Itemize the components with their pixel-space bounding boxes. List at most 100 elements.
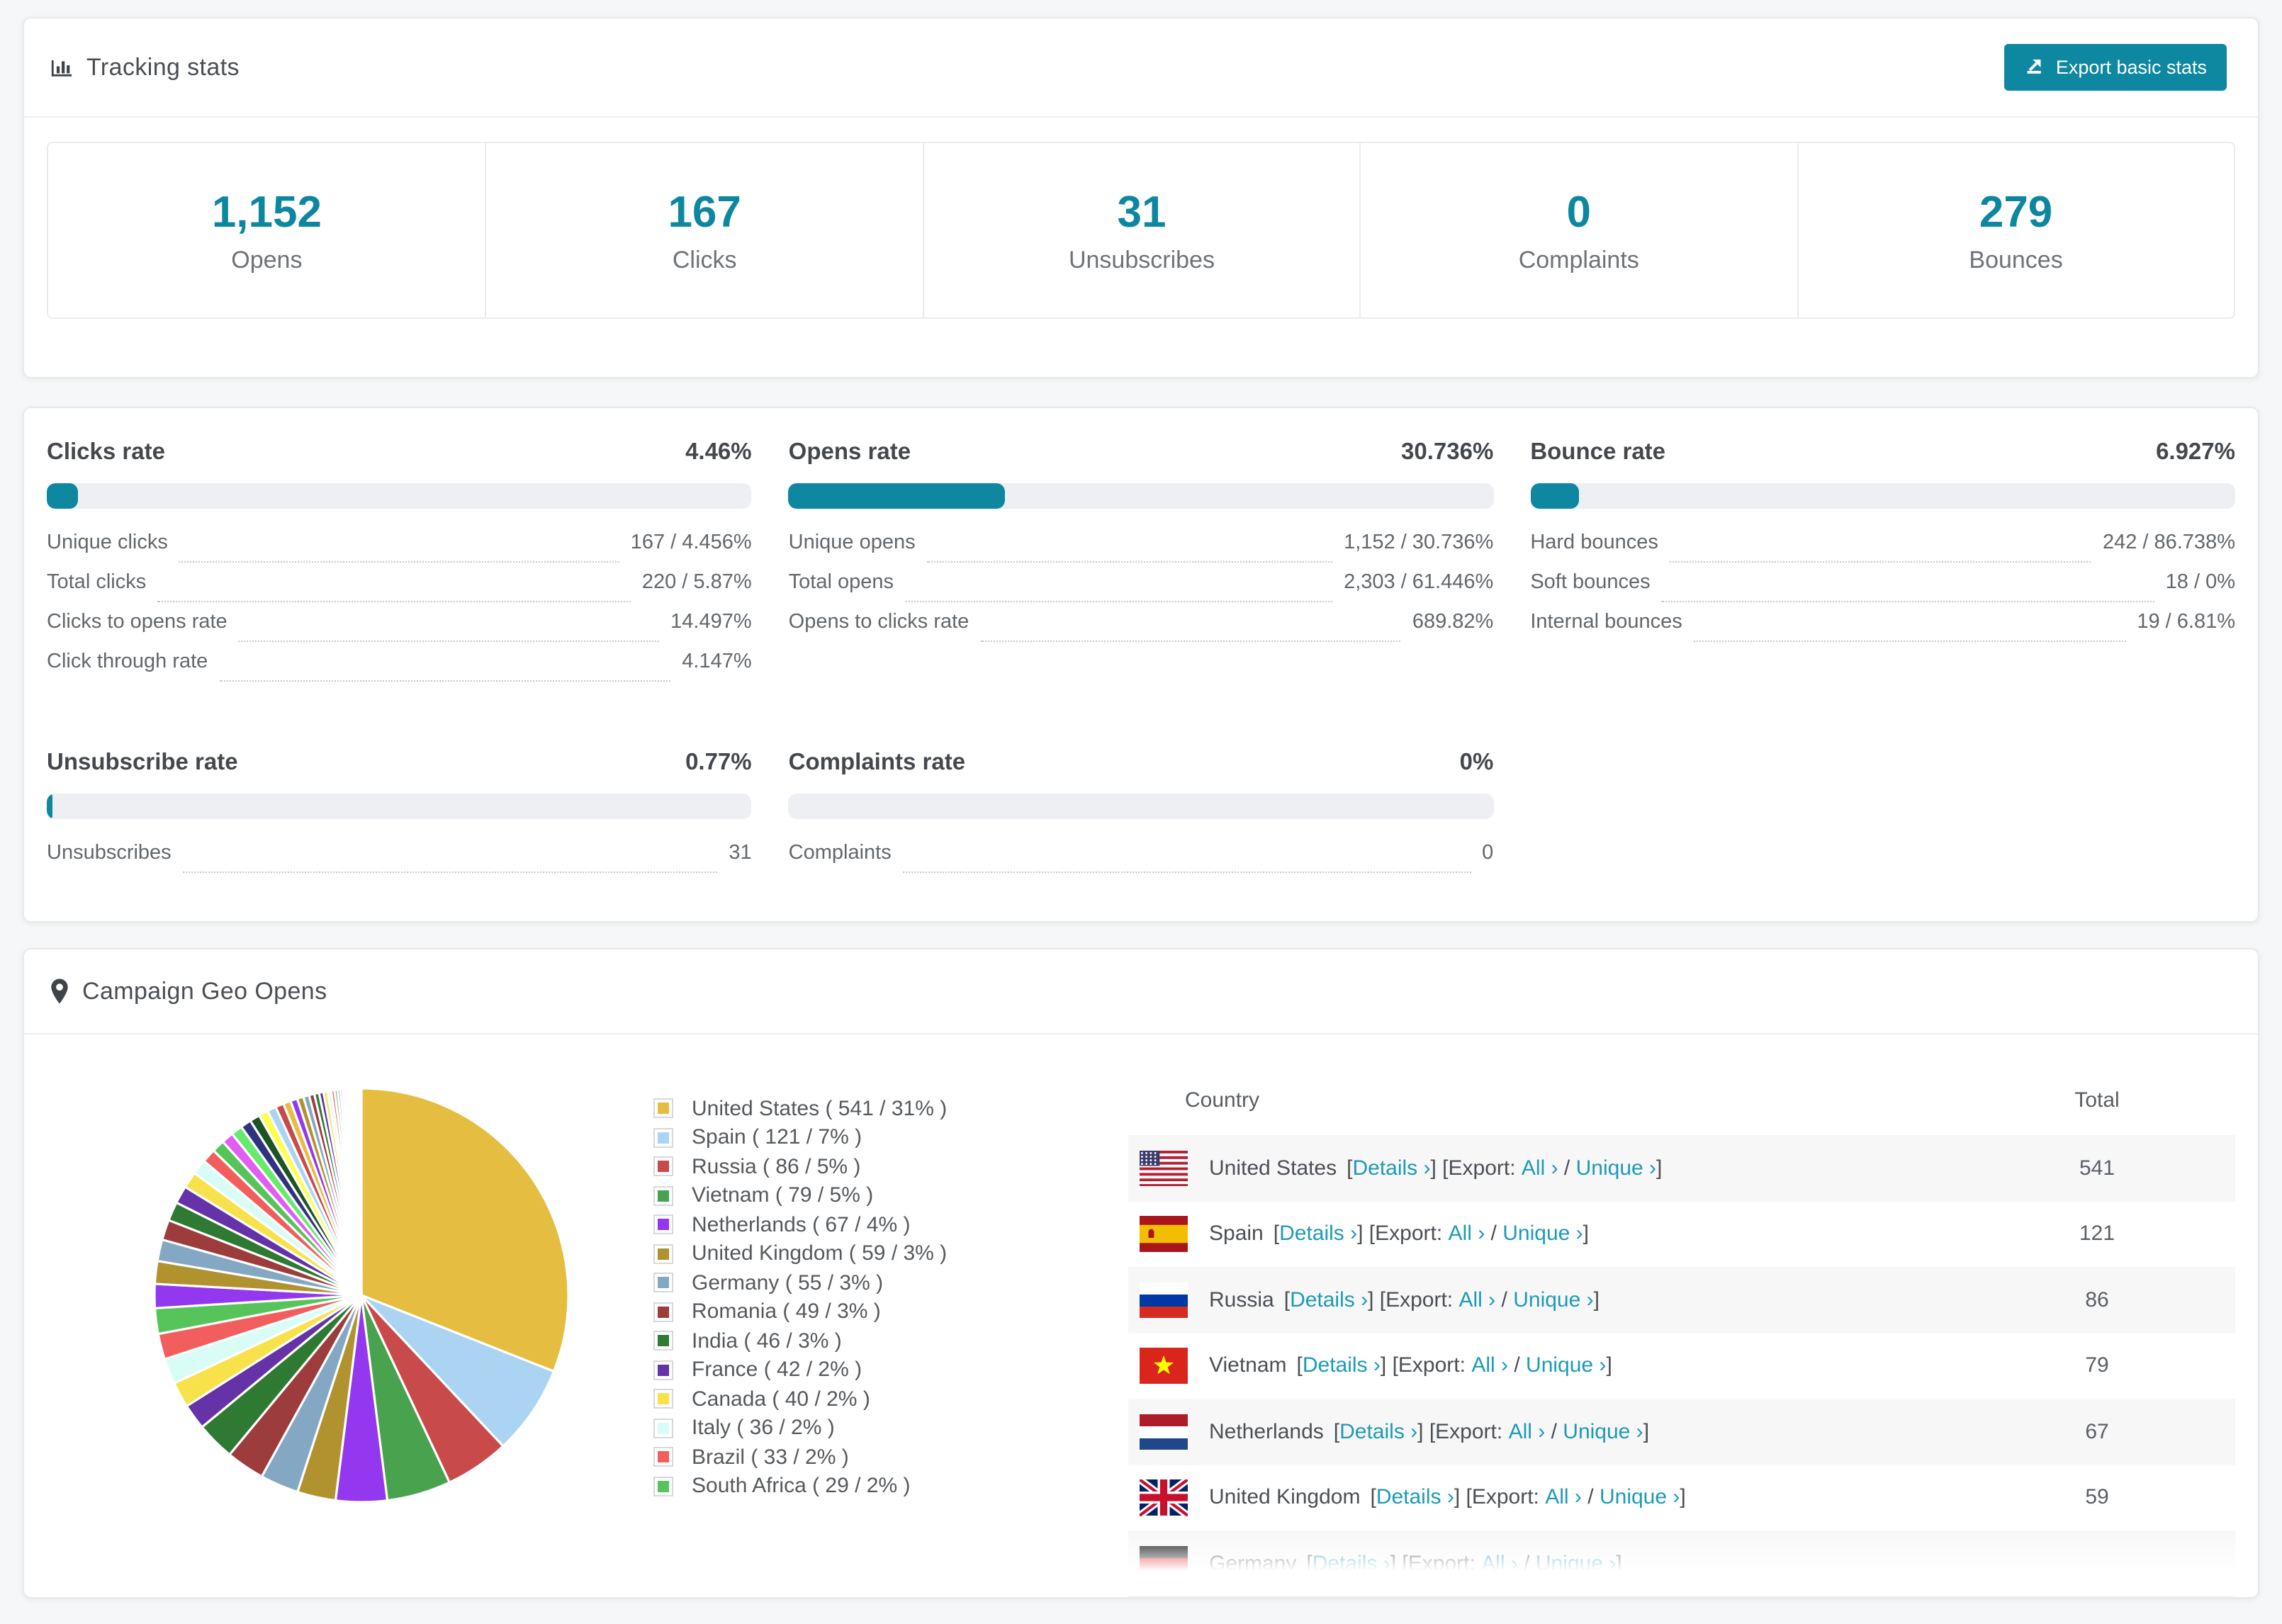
geo-table-row-de: Germany[Details ›] [Export: All › / Uniq… [1128, 1530, 2235, 1597]
country-total: 67 [2085, 1419, 2109, 1444]
legend-label: Germany ( 55 / 3% ) [692, 1270, 884, 1295]
legend-label: India ( 46 / 3% ) [692, 1329, 842, 1353]
geo-export-unique-link[interactable]: Unique › [1576, 1156, 1656, 1180]
legend-swatch [653, 1331, 673, 1351]
dotted-leader [902, 872, 1471, 874]
rate-detail-value: 242 / 86.738% [2102, 531, 2235, 555]
rate-detail-value: 0 [1482, 842, 1494, 865]
dotted-leader [238, 641, 660, 643]
legend-item-spain[interactable]: Spain ( 121 / 7% ) [653, 1123, 1080, 1152]
geo-export-unique-link[interactable]: Unique › [1536, 1552, 1616, 1576]
stat-box-unsubscribes: 31 Unsubscribes [922, 143, 1360, 318]
rate-title: Unsubscribe rate [47, 750, 238, 776]
rate-percent: 0.77% [685, 750, 752, 776]
geo-table-header-row: Country Total [1128, 1068, 2235, 1135]
legend-item-vietnam[interactable]: Vietnam ( 79 / 5% ) [653, 1181, 1080, 1210]
stat-box-complaints: 0 Complaints [1359, 143, 1797, 318]
rate-head: Opens rate 30.736% [789, 439, 1494, 466]
legend-item-italy[interactable]: Italy ( 36 / 2% ) [653, 1414, 1080, 1443]
rate-detail-value: 2,303 / 61.446% [1344, 571, 1494, 594]
progress-fill [788, 483, 1006, 509]
geo-details-link[interactable]: Details › [1313, 1552, 1390, 1576]
geo-export-all-link[interactable]: All › [1481, 1552, 1518, 1576]
legend-item-india[interactable]: India ( 46 / 3% ) [653, 1326, 1080, 1355]
country-total: 59 [2085, 1485, 2109, 1510]
geo-table-row-es: Spain[Details ›] [Export: All › / Unique… [1128, 1201, 2235, 1267]
stat-label: Clicks [672, 247, 737, 274]
legend-item-united-states[interactable]: United States ( 541 / 31% ) [653, 1094, 1080, 1123]
legend-swatch [653, 1418, 673, 1438]
stat-label: Unsubscribes [1068, 247, 1215, 274]
rate-detail-label: Click through rate [47, 650, 208, 674]
legend-item-romania[interactable]: Romania ( 49 / 3% ) [653, 1297, 1080, 1326]
geo-export-all-link[interactable]: All › [1509, 1420, 1546, 1444]
geo-export-unique-link[interactable]: Unique › [1563, 1420, 1643, 1444]
rate-detail-row: Opens to clicks rate 689.82% [789, 611, 1493, 650]
rate-card-opens-rate: Opens rate 30.736% Unique opens 1,152 / 30.… [788, 439, 1494, 650]
rates-grid: Clicks rate 4.46% Unique clicks 167 / 4.456… [24, 408, 2258, 921]
stat-value: 279 [1979, 187, 2053, 237]
rate-detail-row: Hard bounces 242 / 86.738% [1530, 531, 2235, 571]
geo-details-link[interactable]: Details › [1339, 1420, 1417, 1444]
rate-detail-row: Clicks to opens rate 14.497% [47, 611, 752, 650]
geo-export-all-link[interactable]: All › [1449, 1222, 1485, 1246]
rate-detail-row: Total clicks 220 / 5.87% [47, 571, 752, 611]
geo-opens-card: Campaign Geo Opens United States ( 541 /… [23, 948, 2259, 1599]
page: Tracking stats Export basic stats 1,152 O… [0, 0, 2282, 1599]
legend-swatch [653, 1185, 673, 1206]
legend-item-russia[interactable]: Russia ( 86 / 5% ) [653, 1152, 1080, 1181]
rate-detail-value: 220 / 5.87% [641, 571, 752, 594]
geo-export-unique-link[interactable]: Unique › [1502, 1222, 1583, 1246]
rate-head: Clicks rate 4.46% [47, 439, 752, 466]
export-basic-stats-button[interactable]: Export basic stats [2004, 44, 2227, 91]
legend-swatch [653, 1156, 673, 1177]
rate-detail-value: 4.147% [682, 650, 752, 674]
geo-details-link[interactable]: Details › [1352, 1156, 1430, 1180]
geo-details-link[interactable]: Details › [1290, 1288, 1368, 1312]
geo-details-link[interactable]: Details › [1279, 1222, 1357, 1246]
rate-detail-row: Unique opens 1,152 / 30.736% [788, 531, 1493, 571]
geo-table-row-ru: Russia[Details ›] [Export: All › / Uniqu… [1128, 1267, 2235, 1333]
geo-export-all-link[interactable]: All › [1522, 1156, 1558, 1180]
country-name: Spain [1209, 1222, 1264, 1246]
geo-export-all-link[interactable]: All › [1459, 1288, 1496, 1312]
rate-detail-row: Internal bounces 19 / 6.81% [1530, 611, 2235, 650]
legend-item-south-africa[interactable]: South Africa ( 29 / 2% ) [653, 1472, 1080, 1501]
geo-body: United States ( 541 / 31% ) Spain ( 121 /… [24, 1034, 2258, 1597]
dotted-leader [1693, 641, 2126, 643]
map-marker-icon [50, 978, 69, 1005]
rate-detail-row: Soft bounces 18 / 0% [1530, 571, 2235, 611]
country-name: Vietnam [1209, 1353, 1287, 1378]
dashboard: Tracking stats Export basic stats 1,152 O… [0, 0, 2282, 1624]
progress-track [788, 483, 1494, 509]
rate-detail-label: Internal bounces [1530, 611, 1682, 634]
progress-fill [47, 794, 52, 820]
geo-export-unique-link[interactable]: Unique › [1600, 1486, 1680, 1510]
geo-export-unique-link[interactable]: Unique › [1526, 1354, 1606, 1378]
stat-label: Opens [231, 247, 303, 274]
rate-detail-row: Click through rate 4.147% [47, 650, 752, 690]
rate-detail-label: Unique opens [788, 531, 916, 555]
dotted-leader [1661, 601, 2154, 603]
legend-item-canada[interactable]: Canada ( 40 / 2% ) [653, 1385, 1080, 1414]
geo-table-row-gb: United Kingdom[Details ›] [Export: All ›… [1128, 1465, 2235, 1530]
rate-detail-row: Total opens 2,303 / 61.446% [789, 571, 1494, 611]
geo-export-unique-link[interactable]: Unique › [1513, 1288, 1593, 1312]
legend-item-france[interactable]: France ( 42 / 2% ) [653, 1355, 1080, 1385]
legend-swatch [653, 1273, 673, 1293]
legend-item-germany[interactable]: Germany ( 55 / 3% ) [653, 1268, 1080, 1297]
legend-item-united-kingdom[interactable]: United Kingdom ( 59 / 3% ) [653, 1239, 1080, 1268]
geo-details-link[interactable]: Details › [1303, 1354, 1381, 1378]
dotted-leader [182, 872, 718, 874]
geo-table-wrap: Country Total United States[Details ›] [… [1128, 1068, 2235, 1597]
geo-export-all-link[interactable]: All › [1545, 1486, 1582, 1510]
country-column-header: Country [1185, 1088, 1260, 1113]
stat-label: Bounces [1969, 247, 2063, 274]
rate-detail-label: Hard bounces [1530, 531, 1658, 555]
legend-item-brazil[interactable]: Brazil ( 33 / 2% ) [653, 1443, 1080, 1472]
geo-export-all-link[interactable]: All › [1471, 1354, 1508, 1378]
geo-opens-title: Campaign Geo Opens [82, 977, 327, 1005]
legend-item-netherlands[interactable]: Netherlands ( 67 / 4% ) [653, 1210, 1080, 1239]
stat-value: 167 [668, 187, 741, 237]
geo-details-link[interactable]: Details › [1376, 1486, 1454, 1510]
